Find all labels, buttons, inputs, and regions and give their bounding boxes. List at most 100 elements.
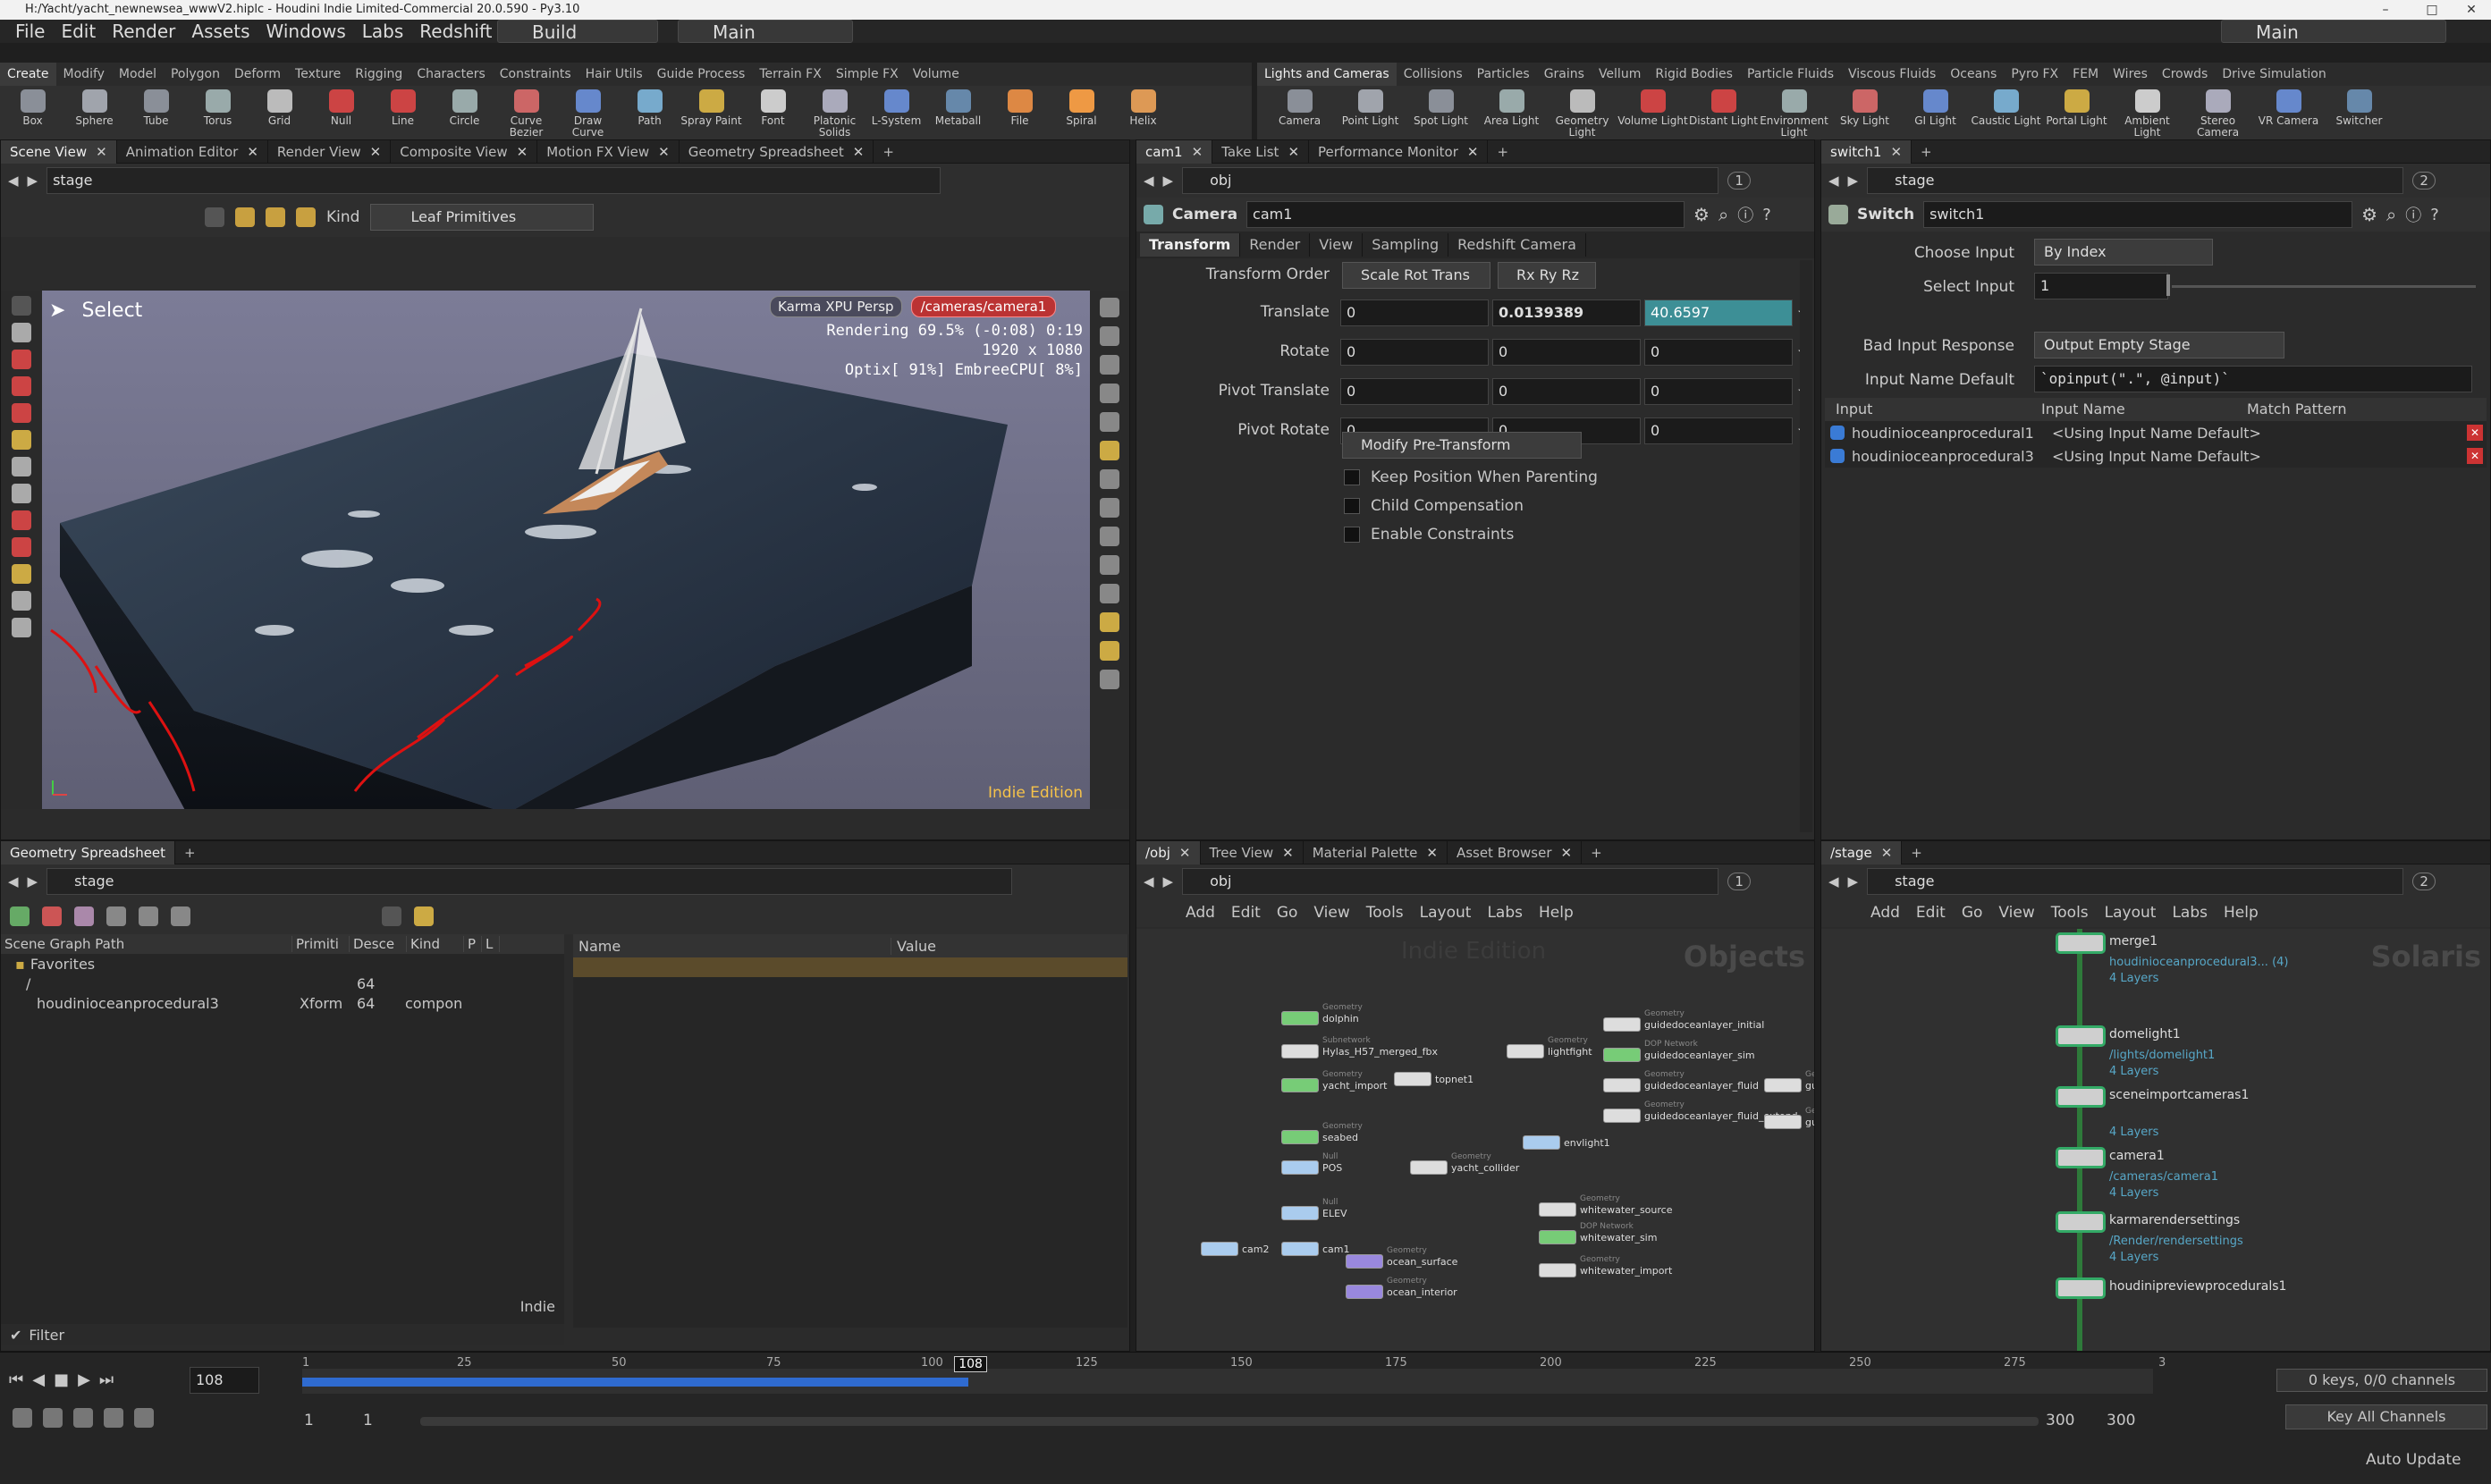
shelf-tab-drive-simulation[interactable]: Drive Simulation [2215, 63, 2333, 86]
tool-tube[interactable]: Tube [125, 86, 187, 139]
network-menu-labs[interactable]: Labs [1479, 904, 1531, 922]
range-end-2[interactable]: 300 [2107, 1412, 2135, 1429]
add-tab-icon[interactable]: + [1488, 140, 1517, 164]
tool-null[interactable]: Null [310, 86, 372, 139]
lop-node[interactable] [2056, 932, 2106, 954]
tool-box[interactable]: Box [2, 86, 63, 139]
network-node[interactable] [1281, 1077, 1319, 1092]
selection-type-2-icon[interactable] [266, 207, 285, 227]
network-menu-layout[interactable]: Layout [2097, 904, 2165, 922]
pin-number[interactable]: 2 [2412, 172, 2436, 190]
shelf-tab-guide-process[interactable]: Guide Process [650, 63, 753, 86]
tab-material-palette[interactable]: Material Palette ✕ [1304, 840, 1448, 864]
lop-node[interactable] [2056, 1211, 2106, 1233]
brush-icon[interactable] [12, 618, 31, 637]
stage-network-canvas[interactable]: Solaris merge1 houdinioceanprocedural3...… [1821, 929, 2490, 1351]
network-menu-view[interactable]: View [1990, 904, 2042, 922]
tool-sphere[interactable]: Sphere [63, 86, 125, 139]
forward-arrow-icon[interactable]: ▶ [1163, 173, 1174, 189]
range-start[interactable]: 1 [304, 1412, 314, 1429]
current-frame-marker[interactable]: 108 [954, 1356, 987, 1372]
modify-pre-transform-dropdown[interactable]: Modify Pre-Transform [1342, 432, 1582, 459]
menu-windows[interactable]: Windows [258, 20, 354, 43]
forward-arrow-icon[interactable]: ▶ [1163, 873, 1174, 890]
network-menu-tools[interactable]: Tools [2043, 904, 2097, 922]
shelf-tab-hair-utils[interactable]: Hair Utils [578, 63, 650, 86]
shelf-tab-deform[interactable]: Deform [227, 63, 288, 86]
column-match-pattern[interactable]: Match Pattern [2247, 401, 2346, 417]
scene-graph-row[interactable]: houdinioceanprocedural3 Xform 64 compon [1, 993, 564, 1013]
network-node[interactable] [1281, 1205, 1319, 1220]
minimize-button[interactable]: – [2368, 0, 2403, 20]
filter-icon[interactable] [414, 906, 434, 926]
stage-path-field[interactable]: stage [1867, 868, 2404, 895]
lop-node[interactable] [2056, 1025, 2106, 1047]
pin-number[interactable]: 2 [2412, 873, 2436, 890]
range-end[interactable]: 300 [2046, 1412, 2074, 1429]
menu-file[interactable]: File [7, 20, 53, 43]
network-node[interactable] [1281, 1159, 1319, 1175]
network-node[interactable] [1603, 1077, 1641, 1092]
sg-column-header[interactable]: Primiti [292, 936, 350, 952]
shelf-tab-characters[interactable]: Characters [410, 63, 492, 86]
rotate-tool-icon[interactable] [12, 376, 31, 396]
columns-icon[interactable] [382, 906, 401, 926]
shelf-tab-fem[interactable]: FEM [2065, 63, 2106, 86]
network-node[interactable] [1346, 1285, 1383, 1299]
info-icon[interactable]: ⓘ [2405, 203, 2421, 226]
shelf-tab-pyro-fx[interactable]: Pyro FX [2004, 63, 2065, 86]
shelf-tab-oceans[interactable]: Oceans [1943, 63, 2004, 86]
menu-assets[interactable]: Assets [183, 20, 258, 43]
tab-composite-view[interactable]: Composite View ✕ [391, 139, 538, 164]
selection-type-icon[interactable] [235, 207, 255, 227]
tab-switch1[interactable]: switch1 ✕ [1821, 139, 1913, 164]
shelf-tab-simple-fx[interactable]: Simple FX [829, 63, 906, 86]
property-row-selected[interactable] [573, 957, 1127, 977]
switch-input-row[interactable]: houdinioceanprocedural3 <Using Input Name… [1825, 444, 2487, 468]
forward-arrow-icon[interactable]: ▶ [28, 173, 38, 189]
shading-icon[interactable] [1100, 412, 1119, 432]
menu-redshift[interactable]: Redshift [411, 20, 500, 43]
auto-update-menu[interactable]: Auto Update [2366, 1451, 2461, 1469]
sg-column-header[interactable]: Scene Graph Path [1, 936, 292, 952]
checkbox[interactable] [1344, 469, 1360, 485]
loop-icon[interactable] [73, 1408, 93, 1428]
realtime-icon[interactable] [13, 1408, 32, 1428]
param-path-field[interactable]: obj [1182, 167, 1719, 194]
hide-icon[interactable] [42, 906, 62, 926]
help-icon[interactable]: ? [2430, 206, 2439, 224]
close-tab-icon[interactable]: ✕ [517, 144, 528, 160]
network-menu-add[interactable]: Add [1178, 904, 1223, 922]
tab-asset-browser[interactable]: Asset Browser ✕ [1448, 840, 1583, 864]
shelf-tab-terrain-fx[interactable]: Terrain FX [752, 63, 829, 86]
select-input-field[interactable]: 1 [2034, 273, 2168, 299]
tool-camera[interactable]: Camera [1264, 86, 1335, 139]
menu-labs[interactable]: Labs [354, 20, 412, 43]
select-input-slider-handle[interactable] [2166, 274, 2170, 296]
play-reverse-icon[interactable]: ◀ [32, 1370, 45, 1389]
tool-font[interactable]: Font [742, 86, 804, 139]
close-tab-icon[interactable]: ✕ [658, 144, 670, 160]
tab-performance-monitor[interactable]: Performance Monitor ✕ [1309, 139, 1489, 164]
magnet-icon[interactable] [12, 510, 31, 530]
tool-area-light[interactable]: Area Light [1476, 86, 1547, 139]
region-icon[interactable] [1100, 641, 1119, 661]
network-node[interactable] [1539, 1202, 1576, 1218]
search-icon[interactable]: ⌕ [2386, 204, 2396, 225]
close-tab-icon[interactable]: ✕ [247, 144, 258, 160]
close-tab-icon[interactable]: ✕ [1561, 845, 1573, 861]
tool-volume-light[interactable]: Volume Light [1617, 86, 1688, 139]
range-slider[interactable] [420, 1417, 2039, 1426]
tool-vr-camera[interactable]: VR Camera [2253, 86, 2324, 139]
shelf-tab-viscous-fluids[interactable]: Viscous Fluids [1841, 63, 1943, 86]
tool-gi-light[interactable]: GI Light [1900, 86, 1971, 139]
snap-icon[interactable] [12, 537, 31, 557]
back-arrow-icon[interactable]: ◀ [8, 173, 19, 189]
gear-icon[interactable]: ⚙ [2361, 204, 2377, 225]
shelf-tab-collisions[interactable]: Collisions [1397, 63, 1470, 86]
page-tab-sampling[interactable]: Sampling [1363, 233, 1449, 257]
param-field-y[interactable]: 0 [1492, 339, 1641, 366]
desktop-selector[interactable]: Build [497, 20, 658, 43]
shelf-tab-create[interactable]: Create [0, 63, 56, 86]
gear-icon[interactable]: ⚙ [1693, 204, 1710, 225]
